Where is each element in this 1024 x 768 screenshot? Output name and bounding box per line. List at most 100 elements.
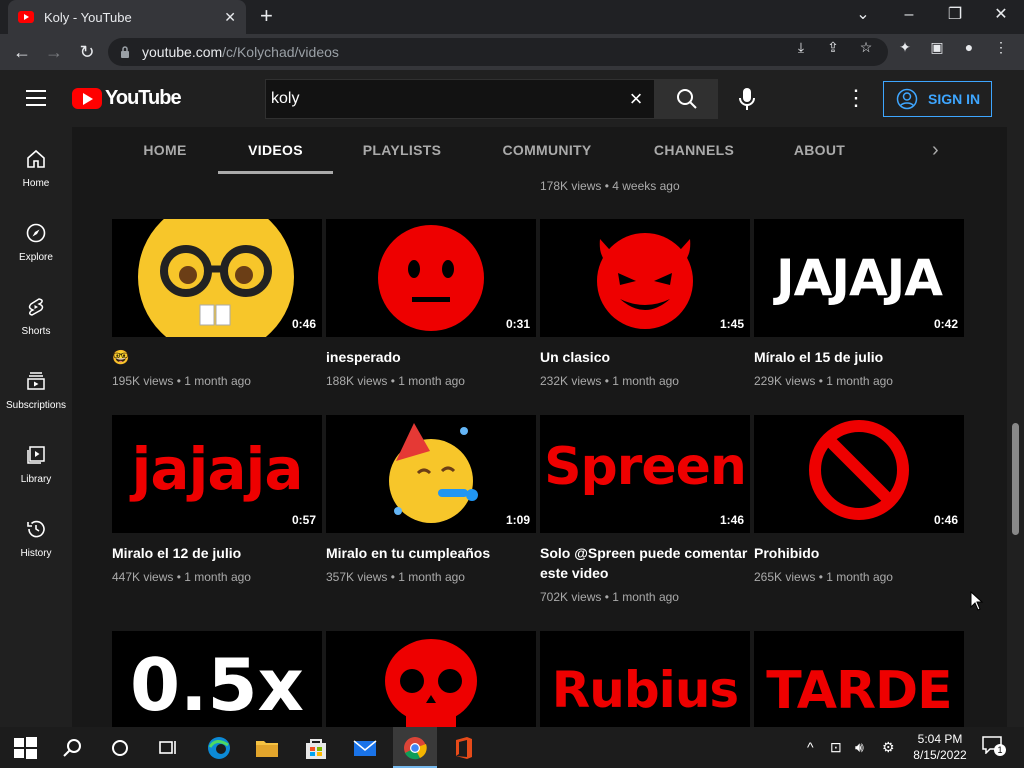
- browser-tab[interactable]: Koly - YouTube ✕: [8, 0, 246, 34]
- extensions-icon[interactable]: ✦: [894, 39, 916, 56]
- file-explorer-icon[interactable]: [254, 735, 280, 761]
- microphone-icon[interactable]: [735, 86, 759, 112]
- tab-channels[interactable]: CHANNELS: [645, 127, 743, 174]
- chrome-menu-icon[interactable]: ⋮: [990, 39, 1012, 56]
- sidebar-item-history[interactable]: History: [0, 497, 72, 567]
- nerd-face-icon: [138, 219, 294, 337]
- cortana-icon[interactable]: [107, 735, 133, 761]
- sidebar-item-shorts[interactable]: Shorts: [0, 275, 72, 345]
- tab-community[interactable]: COMMUNITY: [493, 127, 601, 174]
- youtube-logo[interactable]: YouTube: [72, 87, 182, 110]
- youtube-favicon-icon: [18, 11, 34, 23]
- video-thumbnail[interactable]: TARDE: [754, 631, 964, 727]
- tab-about[interactable]: ABOUT: [782, 127, 857, 174]
- edge-icon[interactable]: [206, 735, 232, 761]
- back-button[interactable]: ←: [10, 40, 34, 64]
- clear-search-icon[interactable]: ×: [618, 86, 654, 112]
- sign-in-button[interactable]: SIGN IN: [883, 81, 992, 117]
- video-title[interactable]: inesperado: [326, 347, 536, 367]
- reload-button[interactable]: ↻: [75, 40, 99, 64]
- page-scrollbar[interactable]: [1007, 127, 1024, 727]
- sidebar-item-home[interactable]: Home: [0, 127, 72, 197]
- tab-home[interactable]: HOME: [127, 127, 203, 174]
- video-thumbnail[interactable]: jajaja 0:57: [112, 415, 322, 533]
- video-thumbnail[interactable]: 0:46: [112, 219, 322, 337]
- video-card[interactable]: 1:09 Miralo en tu cumpleaños 357K views …: [326, 415, 536, 584]
- search-icon: [676, 89, 697, 109]
- side-panel-icon[interactable]: ▣: [926, 39, 948, 56]
- close-window-button[interactable]: ✕: [986, 3, 1016, 27]
- video-thumbnail[interactable]: [326, 631, 536, 727]
- settings-dots-icon[interactable]: ⋮: [845, 84, 867, 112]
- video-card[interactable]: 0:31 inesperado 188K views • 1 month ago: [326, 219, 536, 388]
- video-title[interactable]: Solo @Spreen puede comentar este video: [540, 543, 750, 583]
- settings-gear-icon[interactable]: ⚙: [882, 739, 895, 756]
- menu-hamburger-icon[interactable]: [26, 90, 46, 106]
- sidebar-item-library[interactable]: Library: [0, 423, 72, 493]
- tab-playlists[interactable]: PLAYLISTS: [350, 127, 454, 174]
- video-thumbnail[interactable]: 0:31: [326, 219, 536, 337]
- task-view-icon[interactable]: [155, 735, 181, 761]
- store-icon[interactable]: [303, 735, 329, 761]
- notification-center-button[interactable]: 1: [982, 736, 1006, 758]
- search-icon[interactable]: [60, 735, 86, 761]
- office-icon[interactable]: [450, 735, 476, 761]
- video-thumbnail[interactable]: 1:09: [326, 415, 536, 533]
- bookmark-star-icon[interactable]: ☆: [855, 39, 877, 56]
- video-thumbnail[interactable]: 0:46: [754, 415, 964, 533]
- scrollbar-thumb[interactable]: [1012, 423, 1019, 535]
- browser-toolbar: ← → ↻ youtube.com/c/Kolychad/videos ⤓ ⇪ …: [0, 34, 1024, 70]
- chrome-taskbar-button[interactable]: [393, 727, 437, 768]
- volume-icon[interactable]: 🔊︎: [855, 739, 864, 756]
- video-thumbnail[interactable]: Spreen 1:46: [540, 415, 750, 533]
- video-card[interactable]: jajaja 0:57 Miralo el 12 de julio 447K v…: [112, 415, 322, 584]
- video-card[interactable]: 0:46 Prohibido 265K views • 1 month ago: [754, 415, 964, 584]
- video-card[interactable]: 0:46 🤓 195K views • 1 month ago: [112, 219, 322, 388]
- video-thumbnail[interactable]: 1:45: [540, 219, 750, 337]
- video-card[interactable]: Spreen 1:46 Solo @Spreen puede comentar …: [540, 415, 750, 604]
- sidebar-item-explore[interactable]: Explore: [0, 201, 72, 271]
- video-card[interactable]: 1:45 Un clasico 232K views • 1 month ago: [540, 219, 750, 388]
- install-app-icon[interactable]: ⤓: [790, 39, 812, 56]
- tab-videos[interactable]: VIDEOS: [218, 127, 333, 174]
- video-card[interactable]: [326, 631, 536, 727]
- restore-button[interactable]: ❐: [940, 3, 970, 27]
- video-title[interactable]: Míralo el 15 de julio: [754, 347, 964, 367]
- video-title[interactable]: Prohibido: [754, 543, 964, 563]
- video-duration: 0:46: [933, 513, 958, 527]
- search-input[interactable]: [266, 90, 618, 108]
- chrome-icon: [404, 737, 427, 760]
- windows-start-icon[interactable]: [12, 735, 38, 761]
- taskbar-clock[interactable]: 5:04 PM 8/15/2022: [905, 731, 975, 763]
- compass-icon: [26, 223, 46, 243]
- video-title[interactable]: Miralo el 12 de julio: [112, 543, 322, 563]
- video-thumbnail[interactable]: Rubius: [540, 631, 750, 727]
- devil-face-icon: [597, 233, 693, 329]
- mail-icon[interactable]: [352, 735, 378, 761]
- video-card[interactable]: TARDE: [754, 631, 964, 727]
- network-icon[interactable]: ⊡: [830, 739, 842, 756]
- video-thumbnail[interactable]: 0.5x: [112, 631, 322, 727]
- tab-search-chevron-icon[interactable]: ⌄: [848, 3, 878, 27]
- video-card[interactable]: Rubius: [540, 631, 750, 727]
- video-title[interactable]: Un clasico: [540, 347, 750, 367]
- chevron-right-icon[interactable]: ›: [932, 139, 939, 162]
- chevron-up-icon[interactable]: ^: [807, 739, 814, 755]
- video-card[interactable]: 0.5x: [112, 631, 322, 727]
- account-circle-icon: [896, 88, 918, 110]
- sidebar-item-subscriptions[interactable]: Subscriptions: [0, 349, 72, 419]
- tab-close-icon[interactable]: ✕: [224, 9, 236, 26]
- sidebar-label: Home: [22, 178, 50, 189]
- video-title[interactable]: Miralo en tu cumpleaños: [326, 543, 536, 563]
- video-title[interactable]: 🤓: [112, 347, 322, 367]
- minimize-button[interactable]: –: [894, 3, 924, 27]
- address-bar[interactable]: youtube.com/c/Kolychad/videos: [108, 38, 888, 66]
- history-icon: [27, 520, 45, 538]
- search-button[interactable]: [655, 79, 718, 119]
- video-thumbnail[interactable]: JAJAJA 0:42: [754, 219, 964, 337]
- new-tab-button[interactable]: +: [260, 5, 273, 27]
- forward-button[interactable]: →: [42, 40, 66, 64]
- video-card[interactable]: JAJAJA 0:42 Míralo el 15 de julio 229K v…: [754, 219, 964, 388]
- share-icon[interactable]: ⇪: [822, 39, 844, 56]
- profile-icon[interactable]: ●: [958, 39, 980, 55]
